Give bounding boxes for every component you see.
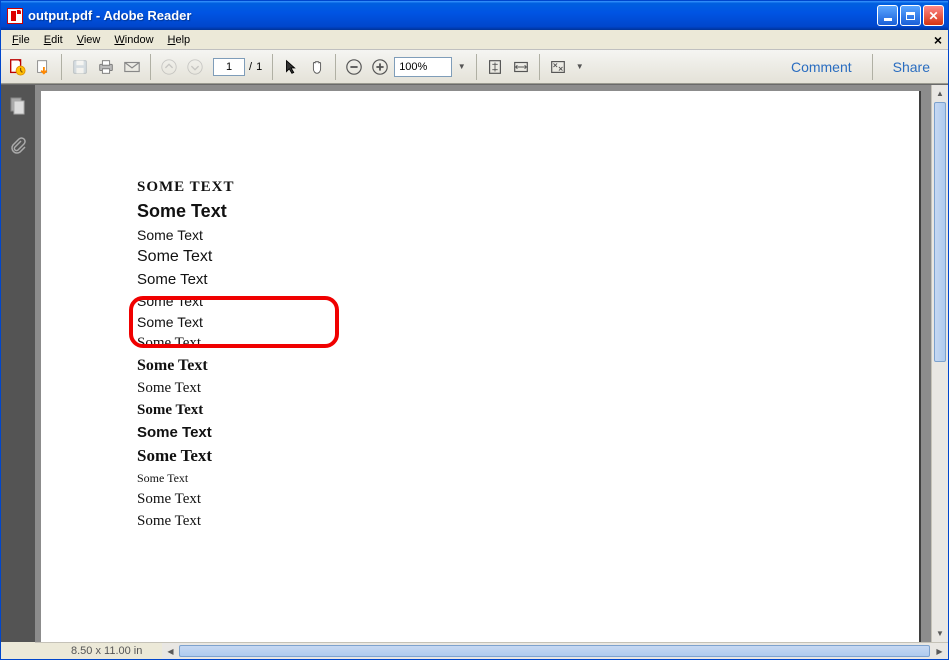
document-viewport[interactable]: SOME TEXT Some Text Some Text Some Text … xyxy=(35,85,948,642)
print-button[interactable] xyxy=(94,55,118,79)
close-button[interactable]: ✕ xyxy=(923,5,944,26)
app-window: output.pdf - Adobe Reader ✕ File Edit Vi… xyxy=(0,0,949,660)
menu-file[interactable]: File xyxy=(5,32,37,48)
toolbar: / 1 ▼ ▼ Comment Sha xyxy=(1,50,948,84)
read-mode-button[interactable] xyxy=(546,55,570,79)
text-line: Some Text xyxy=(137,314,919,330)
text-line: Some Text xyxy=(137,491,919,508)
page-shadow: SOME TEXT Some Text Some Text Some Text … xyxy=(41,91,921,642)
zoom-dropdown-button[interactable]: ▼ xyxy=(454,55,470,79)
text-line: Some Text xyxy=(137,513,919,530)
page-dimensions: 8.50 x 11.00 in xyxy=(71,645,142,657)
window-title: output.pdf - Adobe Reader xyxy=(28,8,877,23)
text-line: Some Text xyxy=(137,201,919,222)
navigation-sidebar xyxy=(1,85,35,642)
page-total: 1 xyxy=(256,61,262,73)
toolbar-separator xyxy=(872,54,873,80)
vertical-scrollbar[interactable]: ▲ ▼ xyxy=(931,85,948,642)
text-line: Some Text xyxy=(137,446,919,466)
menu-help[interactable]: Help xyxy=(161,32,198,48)
pdf-icon xyxy=(7,8,23,24)
document-close-button[interactable]: × xyxy=(934,32,942,48)
toolbar-separator xyxy=(539,54,540,80)
export-pdf-button[interactable] xyxy=(5,55,29,79)
text-line: Some Text xyxy=(137,293,919,309)
fit-width-button[interactable] xyxy=(509,55,533,79)
text-line: Some Text xyxy=(137,471,919,486)
fit-page-button[interactable] xyxy=(483,55,507,79)
scroll-thumb[interactable] xyxy=(179,645,930,657)
horizontal-scrollbar[interactable]: 8.50 x 11.00 in ◀ ▶ xyxy=(35,642,948,659)
text-line: Some Text xyxy=(137,380,919,397)
text-line: Some Text xyxy=(137,357,919,375)
menu-edit[interactable]: Edit xyxy=(37,32,70,48)
menu-view[interactable]: View xyxy=(70,32,108,48)
text-line: Some Text xyxy=(137,402,919,419)
comment-button[interactable]: Comment xyxy=(777,55,866,79)
open-button[interactable] xyxy=(31,55,55,79)
zoom-input[interactable] xyxy=(394,57,452,77)
menubar: File Edit View Window Help × xyxy=(1,30,948,50)
page-up-button xyxy=(157,55,181,79)
toolbar-separator xyxy=(272,54,273,80)
page-down-button xyxy=(183,55,207,79)
zoom-in-button[interactable] xyxy=(368,55,392,79)
maximize-button[interactable] xyxy=(900,5,921,26)
scroll-right-arrow-icon[interactable]: ▶ xyxy=(931,643,948,659)
hand-tool-button[interactable] xyxy=(305,55,329,79)
text-line: Some Text xyxy=(137,271,919,288)
text-line: Some Text xyxy=(137,424,919,441)
scroll-up-arrow-icon[interactable]: ▲ xyxy=(932,85,948,102)
content-area: SOME TEXT Some Text Some Text Some Text … xyxy=(1,84,948,642)
menu-window[interactable]: Window xyxy=(107,32,160,48)
text-line: SOME TEXT xyxy=(137,179,919,196)
tools-dropdown-button[interactable]: ▼ xyxy=(572,55,588,79)
text-line: Some Text xyxy=(137,335,919,352)
scroll-down-arrow-icon[interactable]: ▼ xyxy=(932,625,948,642)
page-number-input[interactable] xyxy=(213,58,245,76)
save-button xyxy=(68,55,92,79)
toolbar-separator xyxy=(335,54,336,80)
titlebar[interactable]: output.pdf - Adobe Reader ✕ xyxy=(1,1,948,30)
toolbar-separator xyxy=(61,54,62,80)
select-tool-button[interactable] xyxy=(279,55,303,79)
thumbnails-icon[interactable] xyxy=(7,95,29,117)
minimize-button[interactable] xyxy=(877,5,898,26)
page-number-control: / 1 xyxy=(213,58,262,76)
share-button[interactable]: Share xyxy=(879,55,944,79)
page-separator: / xyxy=(249,61,252,73)
zoom-out-button[interactable] xyxy=(342,55,366,79)
scroll-thumb[interactable] xyxy=(934,102,946,362)
text-line: Some Text xyxy=(137,227,919,243)
toolbar-separator xyxy=(476,54,477,80)
pdf-page: SOME TEXT Some Text Some Text Some Text … xyxy=(41,91,919,642)
text-line: Some Text xyxy=(137,248,919,266)
toolbar-separator xyxy=(150,54,151,80)
scroll-left-arrow-icon[interactable]: ◀ xyxy=(162,643,179,659)
email-button[interactable] xyxy=(120,55,144,79)
attachments-icon[interactable] xyxy=(7,135,29,157)
window-controls: ✕ xyxy=(877,5,944,26)
